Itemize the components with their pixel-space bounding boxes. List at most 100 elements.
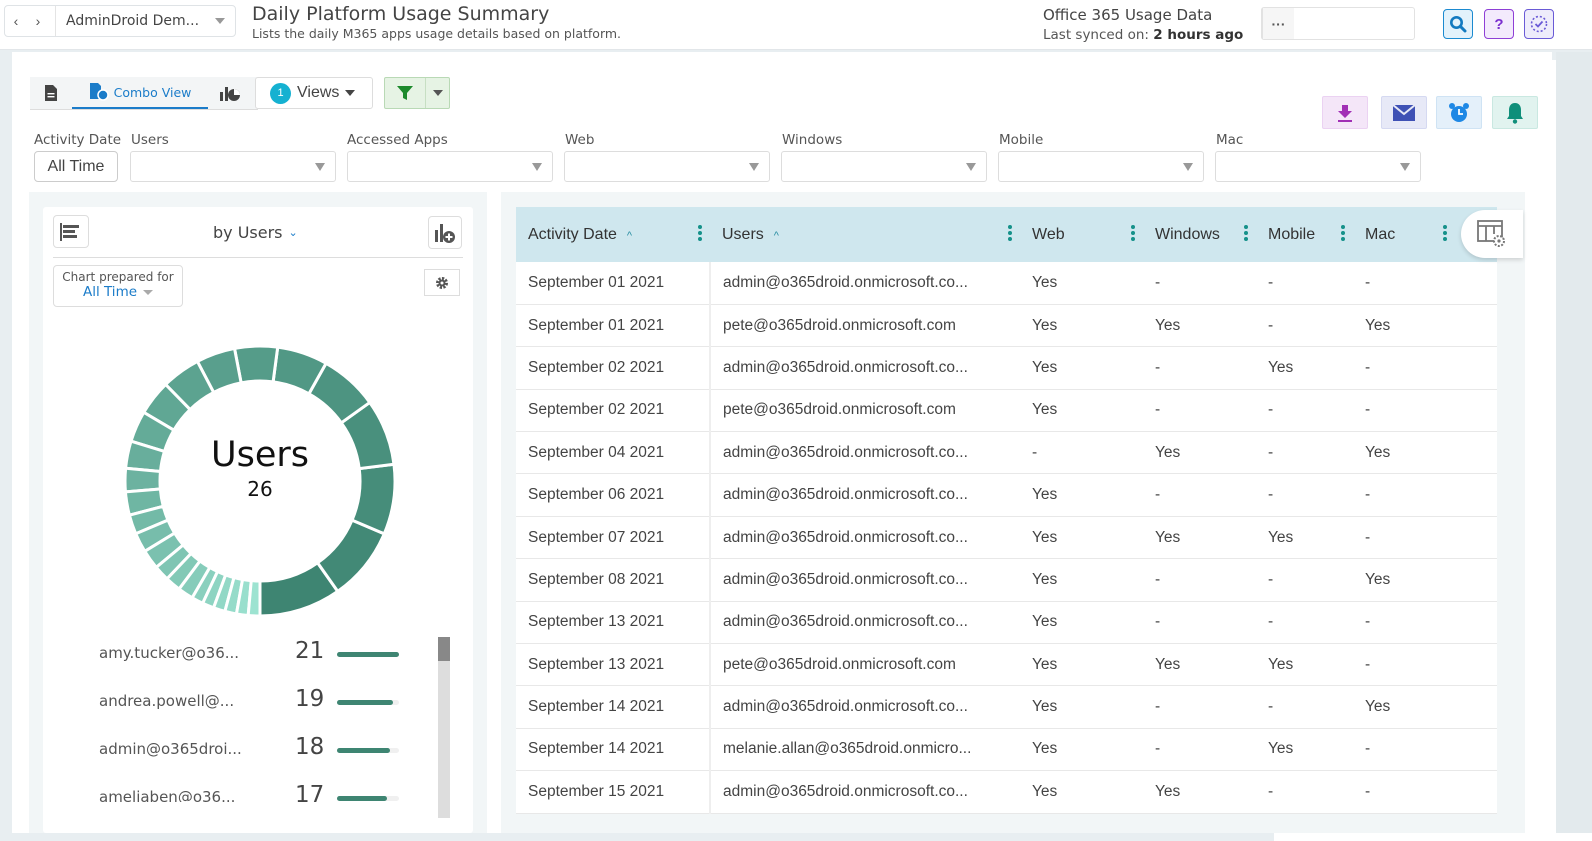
table-cell-web: Yes [1020, 516, 1143, 560]
table-row[interactable]: September 14 2021 admin@o365droid.onmicro… [516, 685, 1497, 729]
filter-button[interactable] [385, 78, 425, 108]
table-row[interactable]: September 14 2021 melanie.allan@o365droid… [516, 728, 1497, 772]
table-cell-web: Yes [1020, 346, 1143, 390]
add-chart-icon [435, 223, 455, 243]
export-button[interactable] [1322, 96, 1368, 129]
table-cell-mobile: Yes [1256, 516, 1353, 560]
table-row[interactable]: September 04 2021 admin@o365droid.onmicro… [516, 431, 1497, 475]
table-cell-user: admin@o365droid.onmicrosoft.co... [710, 685, 1020, 729]
help-button[interactable]: ? [1484, 9, 1514, 39]
add-chart-button[interactable] [428, 216, 462, 249]
table-row[interactable]: September 01 2021 admin@o365droid.onmicro… [516, 262, 1497, 305]
table-cell-web: Yes [1020, 728, 1143, 772]
tab-chart-view[interactable] [208, 77, 252, 109]
schedule-button[interactable] [1436, 96, 1482, 129]
table-row[interactable]: September 13 2021 pete@o365droid.onmicros… [516, 643, 1497, 687]
caret-down-icon [143, 289, 154, 295]
mail-icon [1393, 104, 1415, 121]
document-icon [45, 85, 57, 101]
chart-settings-button[interactable] [424, 269, 460, 296]
legend-item[interactable]: amy.tucker@o36... 21 [43, 632, 443, 680]
email-button[interactable] [1381, 96, 1427, 129]
legend-scrollbar[interactable] [438, 637, 450, 818]
chart-period-selector[interactable]: Chart prepared for All Time [53, 265, 183, 307]
column-menu-icon[interactable] [1443, 225, 1447, 243]
table-cell-web: Yes [1020, 473, 1143, 517]
windows-filter[interactable] [781, 151, 987, 182]
table-row[interactable]: September 01 2021 pete@o365droid.onmicros… [516, 304, 1497, 348]
group-by-dropdown[interactable]: by Users ⌄ [213, 223, 298, 242]
dotted-check-icon [1530, 15, 1548, 33]
table-row[interactable]: September 08 2021 admin@o365droid.onmicro… [516, 558, 1497, 602]
table-cell-user: admin@o365droid.onmicrosoft.co... [710, 473, 1020, 517]
users-filter[interactable] [130, 151, 336, 182]
table-cell-user: admin@o365droid.onmicrosoft.co... [710, 262, 1020, 305]
table-cell-windows: Yes [1143, 643, 1256, 687]
caret-down-icon [749, 163, 759, 171]
activity-date-filter[interactable]: All Time [34, 151, 118, 182]
mobile-filter[interactable] [998, 151, 1204, 182]
page-subtitle: Lists the daily M365 apps usage details … [252, 26, 622, 41]
column-menu-icon[interactable] [698, 225, 702, 243]
views-dropdown[interactable]: 1 Views [255, 77, 373, 109]
tab-grid-view[interactable] [30, 77, 72, 109]
search-button[interactable] [1443, 9, 1473, 39]
table-cell-web: Yes [1020, 601, 1143, 645]
column-label: Users [722, 225, 764, 243]
sort-asc-icon[interactable]: ^ [774, 230, 779, 242]
legend-item[interactable]: ameliaben@o36... 17 [43, 776, 443, 802]
table-row[interactable]: September 02 2021 admin@o365droid.onmicro… [516, 346, 1497, 390]
table-row[interactable]: September 13 2021 admin@o365droid.onmicro… [516, 601, 1497, 645]
column-settings-button[interactable] [1461, 210, 1523, 258]
legend-item[interactable]: andrea.powell@... 19 [43, 680, 443, 728]
legend-item-label: ameliaben@o36... [99, 788, 236, 802]
column-menu-icon[interactable] [1244, 225, 1248, 243]
group-by-label: by Users [213, 223, 283, 242]
table-cell-activity-date: September 06 2021 [516, 473, 711, 517]
table-cell-user: admin@o365droid.onmicrosoft.co... [710, 346, 1020, 390]
column-header-web[interactable]: Web [1020, 207, 1143, 262]
help-icon: ? [1494, 15, 1504, 33]
legend-item[interactable]: admin@o365droi... 18 [43, 728, 443, 776]
legend-scrollbar-thumb[interactable] [438, 637, 450, 661]
sort-asc-icon[interactable]: ^ [627, 230, 632, 242]
forward-button[interactable]: › [27, 13, 49, 29]
chart-type-button[interactable] [53, 215, 89, 248]
table-row[interactable]: September 07 2021 admin@o365droid.onmicro… [516, 516, 1497, 560]
column-header-windows[interactable]: Windows [1143, 207, 1256, 262]
table-row[interactable]: September 06 2021 admin@o365droid.onmicro… [516, 473, 1497, 517]
table-cell-activity-date: September 02 2021 [516, 389, 711, 433]
tasks-button[interactable] [1524, 9, 1554, 39]
donut-slice[interactable] [246, 578, 262, 618]
gear-icon [436, 276, 448, 289]
column-header-mobile[interactable]: Mobile [1256, 207, 1353, 262]
tenant-selector[interactable]: AdminDroid Dem... [55, 6, 235, 36]
column-menu-icon[interactable] [1341, 225, 1345, 243]
donut-center-value: 26 [247, 477, 273, 501]
mac-filter[interactable] [1215, 151, 1421, 182]
caret-down-icon [215, 18, 225, 24]
table-cell-windows: Yes [1143, 516, 1256, 560]
table-cell-web: Yes [1020, 770, 1143, 814]
caret-down-icon [966, 163, 976, 171]
web-filter[interactable] [564, 151, 770, 182]
data-source: Office 365 Usage Data [1043, 6, 1213, 24]
filter-options-button[interactable] [425, 78, 449, 108]
table-header-row: Activity Date ^ Users ^ Web Windows Mobile… [516, 207, 1497, 262]
column-label: Web [1032, 225, 1065, 243]
column-menu-icon[interactable] [1008, 225, 1012, 243]
more-options-button[interactable]: ··· [1262, 8, 1294, 39]
last-synced-value: 2 hours ago [1153, 27, 1244, 43]
back-button[interactable]: ‹ [5, 13, 27, 29]
alert-button[interactable] [1492, 96, 1538, 129]
tab-combo-view[interactable]: Combo View [72, 77, 208, 109]
column-header-users[interactable]: Users ^ [710, 207, 1020, 262]
column-menu-icon[interactable] [1131, 225, 1135, 243]
accessed-apps-filter[interactable] [347, 151, 553, 182]
table-row[interactable]: September 02 2021 pete@o365droid.onmicros… [516, 389, 1497, 433]
column-header-activity-date[interactable]: Activity Date ^ [516, 207, 710, 262]
table-cell-mobile: Yes [1256, 346, 1353, 390]
page-scrollbar[interactable] [1556, 52, 1592, 833]
table-cell-windows: Yes [1143, 431, 1256, 475]
table-row[interactable]: September 15 2021 admin@o365droid.onmicro… [516, 770, 1497, 814]
